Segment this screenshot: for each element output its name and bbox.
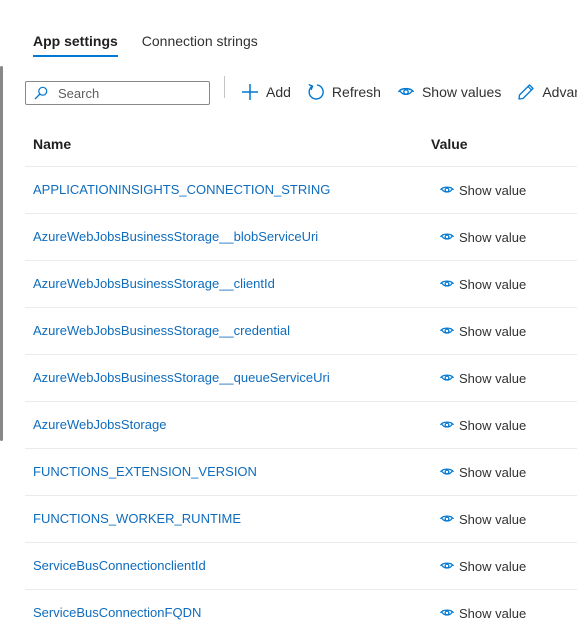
setting-name-cell: AzureWebJobsBusinessStorage__queueServic…	[25, 369, 431, 387]
setting-name-link[interactable]: ServiceBusConnectionclientId	[33, 558, 206, 573]
show-value-button[interactable]: Show value	[431, 418, 526, 433]
eye-icon	[440, 609, 454, 616]
add-button[interactable]: Add	[241, 83, 291, 101]
app-settings-grid: Name Value APPLICATIONINSIGHTS_CONNECTIO…	[25, 122, 577, 636]
tab-app-settings[interactable]: App settings	[33, 31, 118, 57]
show-value-label: Show value	[459, 370, 527, 386]
show-value-label: Show value	[459, 464, 527, 480]
table-row: AzureWebJobsBusinessStorage__clientId Sh…	[25, 261, 577, 308]
table-row: AzureWebJobsStorage Show value	[25, 402, 577, 449]
refresh-button[interactable]: Refresh	[307, 83, 381, 101]
eye-icon	[440, 421, 454, 428]
setting-name-cell: APPLICATIONINSIGHTS_CONNECTION_STRING	[25, 181, 431, 199]
setting-name-link[interactable]: AzureWebJobsBusinessStorage__blobService…	[33, 229, 318, 244]
setting-name-cell: ServiceBusConnectionFQDN	[25, 604, 431, 622]
show-value-label: Show value	[459, 276, 527, 292]
setting-name-link[interactable]: AzureWebJobsBusinessStorage__clientId	[33, 276, 275, 291]
show-value-button[interactable]: Show value	[431, 230, 526, 245]
setting-name-link[interactable]: FUNCTIONS_EXTENSION_VERSION	[33, 464, 257, 479]
refresh-label: Refresh	[331, 84, 381, 100]
show-value-button[interactable]: Show value	[431, 512, 526, 527]
column-header-name[interactable]: Name	[25, 136, 431, 152]
tab-connection-strings[interactable]: Connection strings	[142, 31, 258, 57]
show-value-button[interactable]: Show value	[431, 183, 526, 198]
eye-icon	[397, 87, 415, 96]
show-value-button[interactable]: Show value	[431, 559, 526, 574]
setting-name-cell: AzureWebJobsBusinessStorage__credential	[25, 322, 431, 340]
show-value-button[interactable]: Show value	[431, 465, 526, 480]
setting-name-link[interactable]: FUNCTIONS_WORKER_RUNTIME	[33, 511, 241, 526]
plus-icon	[242, 84, 258, 100]
eye-icon	[440, 233, 454, 240]
eye-icon	[440, 468, 454, 475]
eye-icon	[440, 186, 454, 193]
show-value-label: Show value	[459, 417, 527, 433]
show-value-label: Show value	[459, 182, 527, 198]
advanced-edit-button[interactable]: Advanced	[517, 83, 577, 101]
table-row: AzureWebJobsBusinessStorage__credential …	[25, 308, 577, 355]
table-row: AzureWebJobsBusinessStorage__blobService…	[25, 214, 577, 261]
table-row: FUNCTIONS_EXTENSION_VERSION Show value	[25, 449, 577, 496]
setting-name-cell: AzureWebJobsBusinessStorage__clientId	[25, 275, 431, 293]
settings-tabs: App settings Connection strings	[33, 31, 258, 57]
eye-icon	[440, 280, 454, 287]
show-value-label: Show value	[459, 605, 527, 621]
left-scrollbar[interactable]	[0, 66, 3, 441]
search-icon	[34, 86, 48, 100]
app-settings-page: App settings Connection strings Add Refr…	[0, 0, 577, 636]
show-values-button[interactable]: Show values	[397, 84, 501, 100]
setting-name-cell: FUNCTIONS_EXTENSION_VERSION	[25, 463, 431, 481]
setting-name-link[interactable]: AzureWebJobsStorage	[33, 417, 166, 432]
show-value-button[interactable]: Show value	[431, 606, 526, 621]
setting-name-link[interactable]: AzureWebJobsBusinessStorage__credential	[33, 323, 290, 338]
show-value-label: Show value	[459, 229, 527, 245]
search-box[interactable]	[25, 81, 210, 105]
setting-name-link[interactable]: AzureWebJobsBusinessStorage__queueServic…	[33, 370, 330, 385]
setting-name-link[interactable]: ServiceBusConnectionFQDN	[33, 605, 201, 620]
show-value-label: Show value	[459, 558, 527, 574]
column-header-value[interactable]: Value	[431, 136, 468, 152]
eye-icon	[440, 374, 454, 381]
pencil-icon	[518, 84, 534, 100]
setting-name-cell: AzureWebJobsStorage	[25, 416, 431, 434]
advanced-label: Advanced	[542, 84, 577, 100]
table-row: APPLICATIONINSIGHTS_CONNECTION_STRING Sh…	[25, 167, 577, 214]
toolbar: Add Refresh Show values Advanced	[241, 83, 577, 101]
grid-body: APPLICATIONINSIGHTS_CONNECTION_STRING Sh…	[25, 167, 577, 636]
setting-name-link[interactable]: APPLICATIONINSIGHTS_CONNECTION_STRING	[33, 182, 330, 197]
show-values-label: Show values	[421, 84, 502, 100]
eye-icon	[440, 515, 454, 522]
add-label: Add	[266, 84, 291, 100]
show-value-label: Show value	[459, 323, 527, 339]
table-row: FUNCTIONS_WORKER_RUNTIME Show value	[25, 496, 577, 543]
table-row: ServiceBusConnectionFQDN Show value	[25, 590, 577, 636]
search-input[interactable]	[58, 85, 198, 101]
eye-icon	[440, 562, 454, 569]
setting-name-cell: AzureWebJobsBusinessStorage__blobService…	[25, 228, 431, 246]
table-row: ServiceBusConnectionclientId Show value	[25, 543, 577, 590]
show-value-button[interactable]: Show value	[431, 371, 526, 386]
setting-name-cell: FUNCTIONS_WORKER_RUNTIME	[25, 510, 431, 528]
show-value-button[interactable]: Show value	[431, 277, 526, 292]
toolbar-divider	[224, 76, 225, 98]
grid-header: Name Value	[25, 122, 577, 167]
table-row: AzureWebJobsBusinessStorage__queueServic…	[25, 355, 577, 402]
setting-name-cell: ServiceBusConnectionclientId	[25, 557, 431, 575]
refresh-icon	[308, 84, 324, 100]
show-value-button[interactable]: Show value	[431, 324, 526, 339]
show-value-label: Show value	[459, 511, 527, 527]
eye-icon	[440, 327, 454, 334]
